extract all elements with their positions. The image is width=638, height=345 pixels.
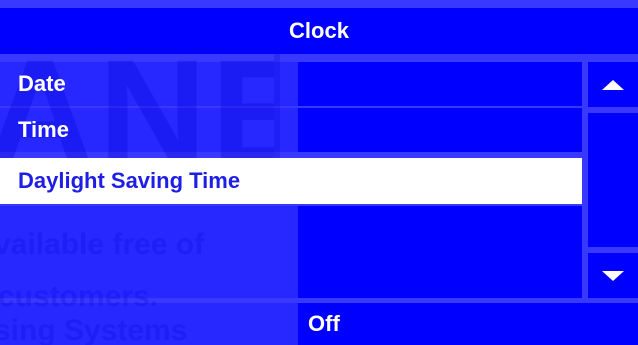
scroll-up-button[interactable] <box>588 62 638 107</box>
triangle-down-icon <box>602 270 624 281</box>
triangle-up-icon <box>602 79 624 90</box>
scrollbar-track[interactable] <box>588 113 638 247</box>
current-value: Off <box>308 311 340 336</box>
menu-item-daylight-saving-time[interactable]: Daylight Saving Time <box>0 158 582 204</box>
page-title: Clock <box>0 8 638 54</box>
menu-item-label: Date <box>18 71 66 96</box>
menu-item-label: Time <box>18 117 69 142</box>
menu-item-empty[interactable] <box>0 206 582 298</box>
current-value-bar: Off <box>0 303 638 345</box>
menu-item-date[interactable]: Date <box>0 62 582 106</box>
menu-item-label: Daylight Saving Time <box>18 168 241 193</box>
menu-item-time[interactable]: Time <box>0 108 582 152</box>
menu-list: Date Time Daylight Saving Time <box>0 62 582 298</box>
scroll-down-button[interactable] <box>588 253 638 298</box>
clock-menu-screen: Clock Date Time Daylight Saving Time Off <box>0 0 638 345</box>
